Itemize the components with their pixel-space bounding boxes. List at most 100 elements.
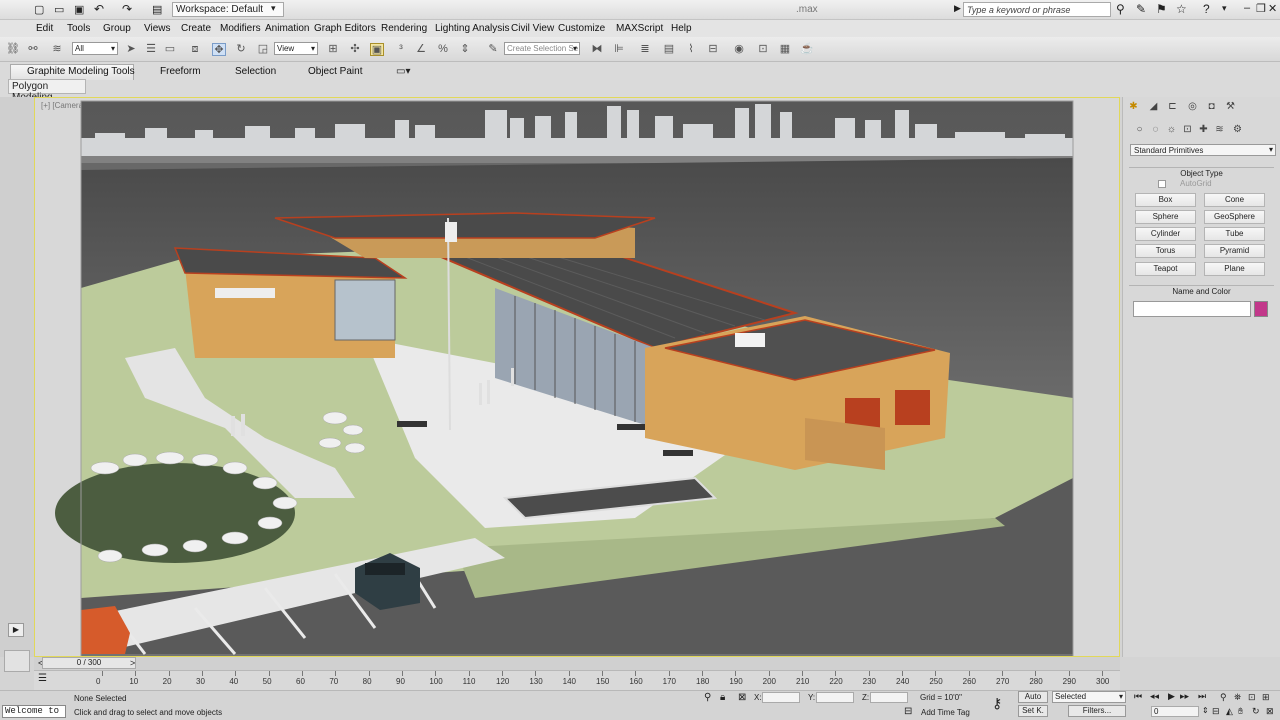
lights-icon[interactable]: ☼ — [1165, 124, 1178, 136]
utilities-tab-icon[interactable]: ⚒ — [1224, 101, 1237, 113]
shapes-icon[interactable]: ◌ — [1149, 124, 1162, 136]
named-selection-set-dropdown[interactable]: Create Selection Se ▾ — [504, 42, 580, 55]
geometry-icon[interactable]: ○ — [1133, 124, 1146, 136]
menu-modifiers[interactable]: Modifiers — [220, 23, 261, 34]
select-object-icon[interactable]: ➤ — [124, 43, 138, 56]
layer-manager-icon[interactable]: ≣ — [638, 43, 652, 56]
go-to-start-icon[interactable]: ⏮ — [1134, 691, 1142, 702]
sphere-button[interactable]: Sphere — [1135, 210, 1196, 224]
rendered-frame-window-icon[interactable]: ▦ — [778, 43, 792, 56]
zoom-icon[interactable]: ⚲ — [1220, 692, 1227, 703]
menu-create[interactable]: Create — [181, 23, 211, 34]
time-slider[interactable]: < 0 / 300 > — [34, 657, 1120, 670]
zoom-extents-icon[interactable]: ⊡ — [1248, 692, 1256, 703]
previous-frame-icon[interactable]: ◂◂ — [1150, 691, 1159, 702]
time-slider-next-icon[interactable]: > — [130, 658, 135, 668]
communication-icon[interactable]: ⚑ — [1156, 2, 1167, 16]
save-file-icon[interactable]: ▣ — [74, 3, 84, 16]
close-icon[interactable]: ✕ — [1268, 2, 1277, 15]
undo-icon[interactable]: ↶ — [94, 2, 104, 16]
menu-graph-editors[interactable]: Graph Editors — [314, 23, 376, 34]
edit-named-selection-icon[interactable]: ✎ — [486, 43, 500, 56]
rollout-name-and-color[interactable]: Name and Color — [1129, 285, 1274, 297]
create-tab-icon[interactable]: ✱ — [1127, 101, 1140, 113]
x-coordinate-field[interactable] — [762, 692, 800, 703]
cylinder-button[interactable]: Cylinder — [1135, 227, 1196, 241]
zoom-all-icon[interactable]: ⛯ — [1234, 692, 1241, 703]
add-time-tag[interactable]: Add Time Tag — [921, 708, 970, 717]
open-file-icon[interactable]: ▭ — [54, 3, 64, 16]
maxscript-mini-listener[interactable]: Welcome to — [2, 705, 66, 718]
angle-snap-icon[interactable]: ∠ — [414, 43, 428, 56]
schematic-view-icon[interactable]: ⊟ — [706, 43, 720, 56]
pyramid-button[interactable]: Pyramid — [1204, 244, 1265, 258]
space-warps-icon[interactable]: ≋ — [1213, 124, 1226, 136]
tab-graphite-modeling-tools[interactable]: Graphite Modeling Tools — [27, 66, 135, 77]
curve-editor-icon[interactable]: ⌇ — [684, 43, 698, 56]
reference-coordinate-dropdown[interactable]: View ▾ — [274, 42, 318, 55]
pan-icon[interactable]: ✋︎ — [1238, 706, 1243, 717]
selection-lock-icon[interactable]: 🔒︎ — [720, 692, 725, 703]
manipulate-icon[interactable]: ✣ — [348, 43, 362, 56]
track-bar[interactable]: ☰ 0 10 20 30 40 50 60 70 80 90 100 110 120 130 140 150 1… — [34, 670, 1120, 690]
teapot-button[interactable]: Teapot — [1135, 262, 1196, 276]
snaps-toggle-icon[interactable]: ³ — [394, 43, 408, 56]
unlink-icon[interactable]: ⚯ — [26, 43, 40, 56]
expand-search-icon[interactable]: ▶ — [954, 3, 961, 14]
redo-icon[interactable]: ↷ — [122, 2, 132, 16]
help-icon[interactable]: ? — [1203, 2, 1210, 16]
mini-listener-play-icon[interactable]: ▶ — [8, 623, 24, 637]
help-dropdown-icon[interactable]: ▾ — [1222, 3, 1227, 14]
tube-button[interactable]: Tube — [1204, 227, 1265, 241]
menu-customize[interactable]: Customize — [558, 23, 605, 34]
y-coordinate-field[interactable] — [816, 692, 854, 703]
favorites-star-icon[interactable]: ☆ — [1176, 2, 1187, 16]
select-and-move-icon[interactable]: ✥ — [212, 43, 226, 56]
bind-space-warp-icon[interactable]: ≋ — [50, 43, 64, 56]
current-frame-field[interactable]: 0 — [1151, 706, 1199, 717]
menu-views[interactable]: Views — [144, 23, 171, 34]
tab-object-paint[interactable]: Object Paint — [308, 66, 362, 77]
display-tab-icon[interactable]: ◘ — [1205, 101, 1218, 113]
menu-group[interactable]: Group — [103, 23, 131, 34]
key-filter-dropdown[interactable]: Selected ▾ — [1052, 691, 1126, 703]
menu-tools[interactable]: Tools — [67, 23, 90, 34]
select-by-name-icon[interactable]: ☰ — [144, 43, 158, 56]
ribbon-options-icon[interactable]: ▭▾ — [396, 66, 410, 77]
binoculars-icon[interactable]: ⚲ — [1116, 2, 1125, 16]
material-editor-icon[interactable]: ◉ — [732, 43, 746, 56]
workspace-dropdown[interactable]: Workspace: Default ▾ — [172, 2, 284, 17]
select-link-icon[interactable]: ⛓ — [6, 43, 20, 56]
frame-readout[interactable]: 0 / 300 — [42, 657, 136, 669]
modify-tab-icon[interactable]: ◢ — [1147, 101, 1160, 113]
geosphere-button[interactable]: GeoSphere — [1204, 210, 1265, 224]
cameras-icon[interactable]: ⊡ — [1181, 124, 1194, 136]
render-production-icon[interactable]: ☕ — [800, 43, 814, 56]
object-name-field[interactable] — [1133, 301, 1251, 317]
box-button[interactable]: Box — [1135, 193, 1196, 207]
track-bar-menu-icon[interactable]: ☰ — [38, 673, 47, 684]
set-key-button[interactable]: Set K. — [1018, 705, 1048, 717]
align-icon[interactable]: ⊫ — [612, 43, 626, 56]
subscription-icon[interactable]: ✎ — [1136, 2, 1146, 16]
cone-button[interactable]: Cone — [1204, 193, 1265, 207]
tab-selection[interactable]: Selection — [235, 66, 276, 77]
motion-tab-icon[interactable]: ◎ — [1186, 101, 1199, 113]
percent-snap-icon[interactable]: % — [436, 43, 450, 56]
ribbon-panel-polygon-modeling[interactable]: Polygon Modeling — [8, 79, 86, 103]
orbit-icon[interactable]: ↻ — [1252, 706, 1260, 717]
torus-button[interactable]: Torus — [1135, 244, 1196, 258]
category-dropdown[interactable]: Standard Primitives ▾ — [1130, 144, 1276, 156]
menu-maxscript[interactable]: MAXScript — [616, 23, 663, 34]
select-and-rotate-icon[interactable]: ↻ — [234, 43, 248, 56]
menu-civil-view[interactable]: Civil View — [511, 23, 554, 34]
window-crossing-icon[interactable]: ⧈ — [188, 43, 202, 56]
zoom-extents-all-icon[interactable]: ⊞ — [1262, 692, 1270, 703]
menu-edit[interactable]: Edit — [36, 23, 53, 34]
selection-filter-dropdown[interactable]: All ▾ — [72, 42, 118, 55]
tab-freeform[interactable]: Freeform — [160, 66, 201, 77]
pivot-center-icon[interactable]: ⊞ — [326, 43, 340, 56]
mirror-icon[interactable]: ⧓ — [590, 43, 604, 56]
go-to-end-icon[interactable]: ⏭ — [1198, 691, 1206, 702]
play-icon[interactable]: ▶ — [1168, 691, 1175, 702]
